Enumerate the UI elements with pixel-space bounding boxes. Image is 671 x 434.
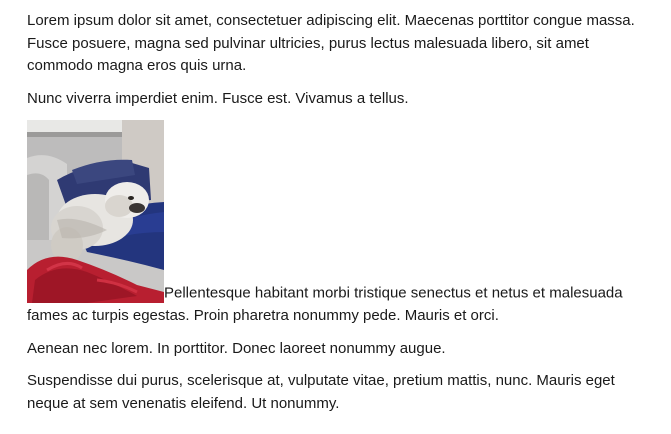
dog-photo[interactable] (27, 120, 164, 303)
paragraph-1: Lorem ipsum dolor sit amet, consectetuer… (27, 12, 635, 74)
document-body: Lorem ipsum dolor sit amet, consectetuer… (27, 10, 637, 425)
paragraph-5: Suspendisse dui purus, scelerisque at, v… (27, 372, 615, 412)
paragraph-3-with-image: Pellentesque habitant morbi tristique se… (27, 120, 637, 328)
paragraph-4: Aenean nec lorem. In porttitor. Donec la… (27, 339, 446, 357)
paragraph-2: Nunc viverra imperdiet enim. Fusce est. … (27, 89, 409, 107)
